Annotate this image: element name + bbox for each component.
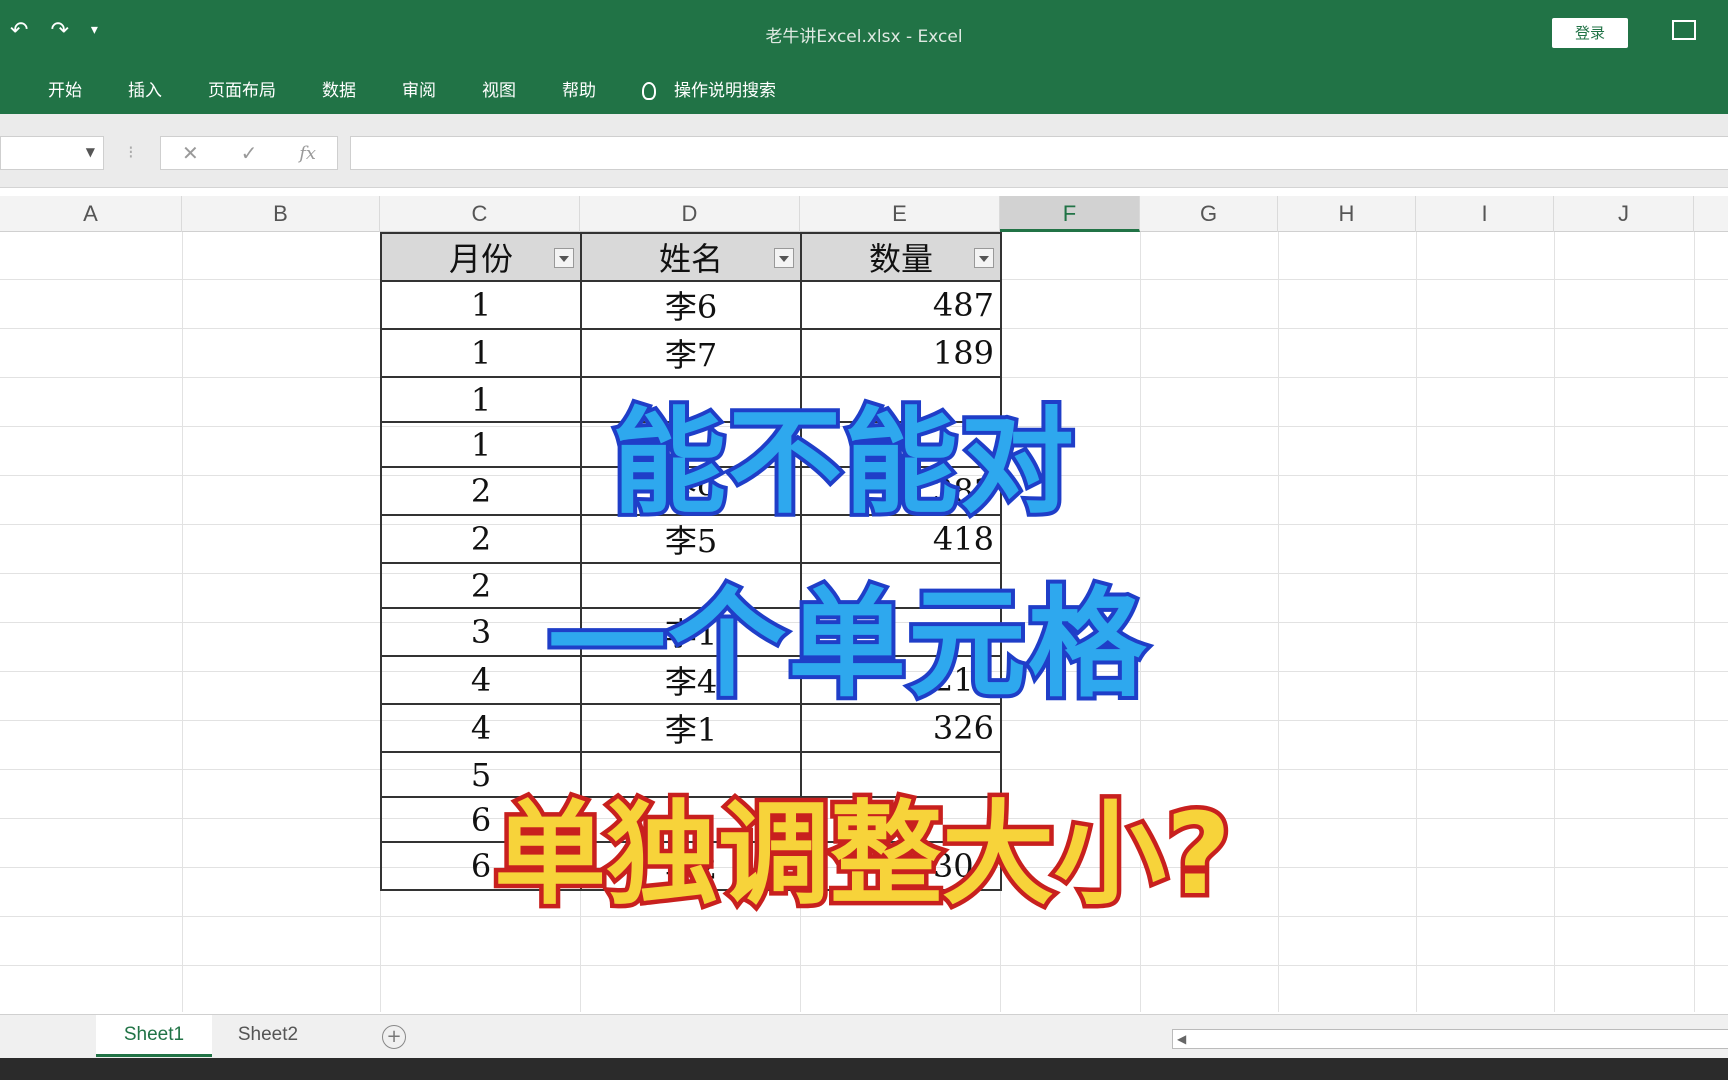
sheet-tab-sheet2[interactable]: Sheet2 — [216, 1015, 320, 1057]
tab-help[interactable]: 帮助 — [562, 76, 596, 101]
header-quantity[interactable]: 数量 — [800, 232, 1002, 282]
header-month[interactable]: 月份 — [380, 232, 582, 282]
cell-month[interactable]: 1 — [380, 421, 582, 468]
cell-quantity[interactable]: 487 — [800, 280, 1002, 330]
column-header-b[interactable]: B — [182, 196, 380, 232]
scroll-left-icon[interactable]: ◀ — [1177, 1030, 1186, 1048]
column-headers: A B C D E F G H I J — [0, 196, 1728, 232]
filter-dropdown-icon[interactable] — [554, 248, 574, 268]
tab-home[interactable]: 开始 — [48, 76, 82, 101]
header-month-label: 月份 — [448, 240, 513, 278]
column-header-j[interactable]: J — [1554, 196, 1694, 232]
name-box[interactable]: ▼ — [0, 136, 104, 170]
bottom-strip — [0, 1058, 1728, 1080]
tab-data[interactable]: 数据 — [322, 76, 356, 101]
ribbon-tabs: 开始 插入 页面布局 数据 审阅 视图 帮助 操作说明搜索 — [48, 76, 822, 101]
tab-insert[interactable]: 插入 — [128, 76, 162, 101]
column-header-a[interactable]: A — [0, 196, 182, 232]
column-header-i[interactable]: I — [1416, 196, 1554, 232]
column-header-h[interactable]: H — [1278, 196, 1416, 232]
overlay-caption-line2: 一个单元格 — [544, 571, 1150, 717]
column-header-d[interactable]: D — [580, 196, 800, 232]
header-name[interactable]: 姓名 — [580, 232, 802, 282]
cell-month[interactable]: 1 — [380, 280, 582, 330]
login-button[interactable]: 登录 — [1552, 18, 1628, 48]
ribbon-display-options-icon[interactable] — [1672, 20, 1696, 40]
tell-me-search[interactable]: 操作说明搜索 — [642, 76, 776, 101]
tab-view[interactable]: 视图 — [482, 76, 516, 101]
tab-page-layout[interactable]: 页面布局 — [208, 76, 276, 101]
formula-bar-area: ▼ ⁝ ✕ ✓ fx — [0, 114, 1728, 188]
window-title: 老牛讲Excel.xlsx - Excel — [765, 27, 963, 47]
ribbon-tabs-bar: 开始 插入 页面布局 数据 审阅 视图 帮助 操作说明搜索 — [0, 68, 1728, 114]
header-quantity-label: 数量 — [868, 240, 933, 278]
column-header-f[interactable]: F — [1000, 196, 1140, 232]
grid-line — [0, 965, 1728, 966]
title-bar: ↶ ↷ ▾ 老牛讲Excel.xlsx - Excel 登录 — [0, 0, 1728, 68]
separator-dots: ⁝ — [128, 142, 134, 163]
formula-input[interactable] — [350, 136, 1728, 170]
column-header-e[interactable]: E — [800, 196, 1000, 232]
cell-month[interactable]: 1 — [380, 376, 582, 423]
filter-dropdown-icon[interactable] — [974, 248, 994, 268]
filter-dropdown-icon[interactable] — [774, 248, 794, 268]
cell-month[interactable]: 1 — [380, 328, 582, 378]
tell-me-label: 操作说明搜索 — [674, 81, 776, 101]
table-row: 1 李6 487 — [380, 280, 1002, 330]
chevron-down-icon[interactable]: ▼ — [86, 145, 95, 159]
cell-name[interactable]: 李6 — [580, 280, 802, 330]
lightbulb-icon — [642, 82, 656, 100]
header-name-label: 姓名 — [658, 240, 723, 278]
table-header-row: 月份 姓名 数量 — [380, 232, 1002, 282]
formula-buttons: ✕ ✓ fx — [160, 136, 338, 170]
overlay-caption-line3: 单独调整大小? — [490, 786, 1236, 925]
cancel-icon[interactable]: ✕ — [182, 141, 199, 165]
add-sheet-icon[interactable]: + — [382, 1025, 406, 1049]
horizontal-scrollbar[interactable]: ◀ — [1172, 1029, 1728, 1049]
column-header-g[interactable]: G — [1140, 196, 1278, 232]
insert-function-icon[interactable]: fx — [299, 143, 316, 164]
sheet-tab-bar: Sheet1 Sheet2 + ◀ — [0, 1014, 1728, 1058]
tab-review[interactable]: 审阅 — [402, 76, 436, 101]
overlay-caption-line1: 能不能对 — [608, 392, 1078, 533]
sheet-tab-sheet1[interactable]: Sheet1 — [96, 1015, 212, 1057]
column-header-c[interactable]: C — [380, 196, 580, 232]
cell-month[interactable]: 2 — [380, 466, 582, 516]
enter-icon[interactable]: ✓ — [241, 141, 258, 165]
